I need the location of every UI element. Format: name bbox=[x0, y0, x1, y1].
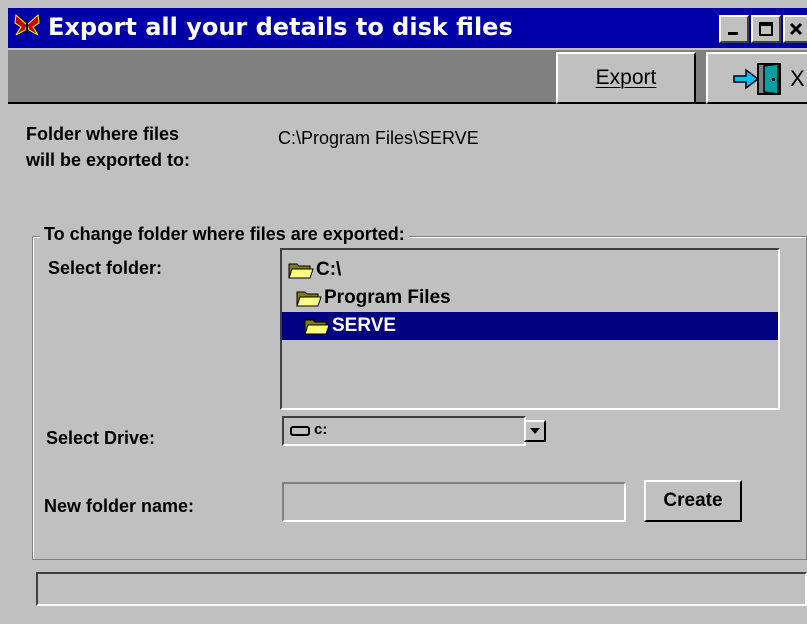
drive-select[interactable]: c: bbox=[282, 416, 526, 446]
drive-dropdown-button[interactable] bbox=[524, 420, 546, 442]
close-button[interactable] bbox=[783, 15, 807, 43]
exit-button-label: X bbox=[790, 66, 805, 91]
drive-value: c: bbox=[314, 421, 328, 438]
new-folder-label: New folder name: bbox=[44, 496, 195, 516]
tree-item-label: Program Files bbox=[324, 287, 451, 308]
chevron-down-icon bbox=[530, 428, 540, 434]
open-folder-icon bbox=[304, 319, 330, 335]
create-button[interactable]: Create bbox=[644, 480, 742, 522]
tree-item-c-drive[interactable]: C:\ bbox=[288, 256, 341, 284]
export-button-label: Export bbox=[595, 66, 657, 89]
destination-label-line1: Folder where files bbox=[26, 124, 180, 144]
tree-item-serve[interactable]: SERVE bbox=[282, 312, 778, 340]
destination-label-line2: will be exported to: bbox=[26, 150, 191, 170]
group-title: To change folder where files are exporte… bbox=[40, 224, 409, 245]
select-folder-label: Select folder: bbox=[48, 258, 163, 278]
drive-icon bbox=[290, 426, 310, 436]
select-drive-label: Select Drive: bbox=[46, 428, 156, 448]
status-bar bbox=[36, 572, 807, 606]
destination-path: C:\Program Files\SERVE bbox=[278, 128, 479, 148]
maximize-button[interactable] bbox=[751, 15, 781, 43]
open-folder-icon bbox=[296, 291, 322, 307]
exit-door-icon bbox=[733, 63, 781, 95]
export-button[interactable]: Export bbox=[556, 52, 696, 104]
exit-button[interactable]: X bbox=[706, 52, 807, 104]
minimize-button[interactable] bbox=[719, 15, 749, 43]
window-title: Export all your details to disk files bbox=[48, 13, 513, 41]
create-button-label: Create bbox=[663, 490, 723, 511]
open-folder-icon bbox=[288, 263, 314, 279]
minimize-icon bbox=[728, 32, 738, 35]
tree-item-program-files[interactable]: Program Files bbox=[296, 284, 451, 312]
tree-item-label: SERVE bbox=[332, 315, 397, 336]
title-bar[interactable]: Export all your details to disk files bbox=[8, 8, 807, 48]
tree-item-label: C:\ bbox=[316, 259, 342, 280]
folder-tree[interactable]: C:\ Program Files SERVE bbox=[280, 248, 780, 410]
maximize-icon bbox=[759, 22, 773, 36]
close-icon bbox=[789, 22, 803, 36]
butterfly-icon bbox=[14, 13, 40, 36]
new-folder-input[interactable] bbox=[282, 482, 626, 522]
